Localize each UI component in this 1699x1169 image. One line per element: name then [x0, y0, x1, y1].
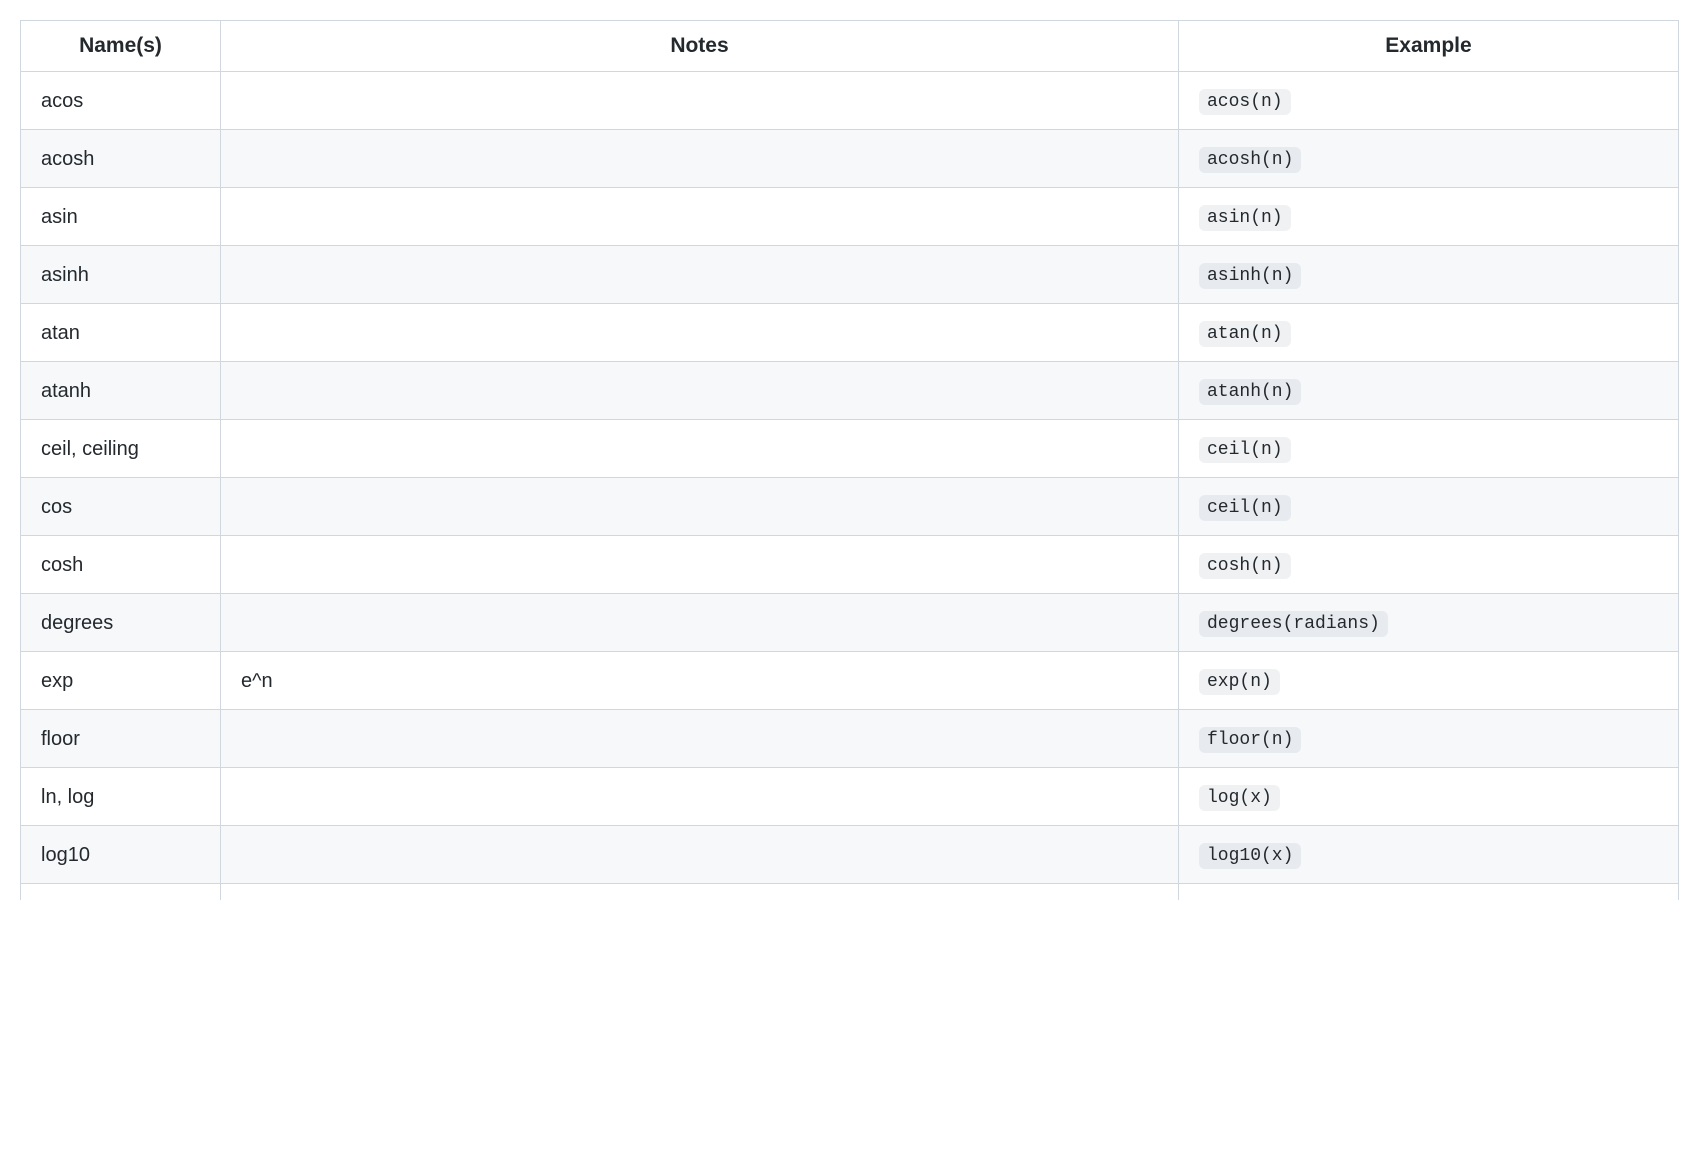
cell-name: ln, log	[21, 768, 221, 826]
code-example: floor(n)	[1199, 727, 1301, 753]
cell-example: acosh(n)	[1179, 130, 1679, 188]
code-example: cosh(n)	[1199, 553, 1291, 579]
cell-name: floor	[21, 710, 221, 768]
cell-notes	[221, 768, 1179, 826]
cell-name: acosh	[21, 130, 221, 188]
cell-name: acos	[21, 72, 221, 130]
cell-notes	[221, 246, 1179, 304]
code-example: log10(x)	[1199, 843, 1301, 869]
cell-name: cosh	[21, 536, 221, 594]
table-row: floor floor(n)	[21, 710, 1679, 768]
cell-notes	[221, 594, 1179, 652]
cell-notes	[221, 362, 1179, 420]
cell-notes	[221, 72, 1179, 130]
cell-example: atan(n)	[1179, 304, 1679, 362]
code-example: ceil(n)	[1199, 495, 1291, 521]
cell-name: degrees	[21, 594, 221, 652]
code-example: ceil(n)	[1199, 437, 1291, 463]
cell-notes	[221, 130, 1179, 188]
cell-name: atan	[21, 304, 221, 362]
cell-notes	[221, 710, 1179, 768]
cell-notes	[221, 304, 1179, 362]
cell-name: log2	[21, 884, 221, 901]
cell-example: asinh(n)	[1179, 246, 1679, 304]
cell-notes	[221, 884, 1179, 901]
cell-example: exp(n)	[1179, 652, 1679, 710]
table-row: log10 log10(x)	[21, 826, 1679, 884]
table-row: ln, log log(x)	[21, 768, 1679, 826]
cell-name: atanh	[21, 362, 221, 420]
cell-example: cosh(n)	[1179, 536, 1679, 594]
cell-example: acos(n)	[1179, 72, 1679, 130]
table-viewport: Name(s) Notes Example acos acos(n) acosh…	[20, 20, 1679, 900]
code-example: degrees(radians)	[1199, 611, 1388, 637]
cell-example: log10(x)	[1179, 826, 1679, 884]
cell-example: ceil(n)	[1179, 420, 1679, 478]
code-example: acosh(n)	[1199, 147, 1301, 173]
code-example: atanh(n)	[1199, 379, 1301, 405]
table-row: exp e^n exp(n)	[21, 652, 1679, 710]
cell-example: log2(x)	[1179, 884, 1679, 901]
table-row: acosh acosh(n)	[21, 130, 1679, 188]
cell-example: log(x)	[1179, 768, 1679, 826]
cell-notes	[221, 536, 1179, 594]
code-example: log(x)	[1199, 785, 1280, 811]
header-notes: Notes	[221, 21, 1179, 72]
code-example: asin(n)	[1199, 205, 1291, 231]
cell-example: asin(n)	[1179, 188, 1679, 246]
functions-table: Name(s) Notes Example acos acos(n) acosh…	[20, 20, 1679, 900]
table-row: atanh atanh(n)	[21, 362, 1679, 420]
cell-example: floor(n)	[1179, 710, 1679, 768]
cell-name: exp	[21, 652, 221, 710]
cell-name: log10	[21, 826, 221, 884]
code-example: exp(n)	[1199, 669, 1280, 695]
table-row: log2 log2(x)	[21, 884, 1679, 901]
table-row: degrees degrees(radians)	[21, 594, 1679, 652]
cell-name: asinh	[21, 246, 221, 304]
cell-example: degrees(radians)	[1179, 594, 1679, 652]
table-row: cos ceil(n)	[21, 478, 1679, 536]
cell-example: ceil(n)	[1179, 478, 1679, 536]
table-row: asinh asinh(n)	[21, 246, 1679, 304]
cell-notes	[221, 188, 1179, 246]
table-row: acos acos(n)	[21, 72, 1679, 130]
cell-example: atanh(n)	[1179, 362, 1679, 420]
header-example: Example	[1179, 21, 1679, 72]
table-header-row: Name(s) Notes Example	[21, 21, 1679, 72]
cell-notes: e^n	[221, 652, 1179, 710]
table-row: ceil, ceiling ceil(n)	[21, 420, 1679, 478]
cell-notes	[221, 826, 1179, 884]
code-example: acos(n)	[1199, 89, 1291, 115]
code-example: atan(n)	[1199, 321, 1291, 347]
header-names: Name(s)	[21, 21, 221, 72]
table-row: atan atan(n)	[21, 304, 1679, 362]
cell-notes	[221, 420, 1179, 478]
table-row: cosh cosh(n)	[21, 536, 1679, 594]
cell-notes	[221, 478, 1179, 536]
cell-name: asin	[21, 188, 221, 246]
cell-name: ceil, ceiling	[21, 420, 221, 478]
table-row: asin asin(n)	[21, 188, 1679, 246]
cell-name: cos	[21, 478, 221, 536]
code-example: asinh(n)	[1199, 263, 1301, 289]
